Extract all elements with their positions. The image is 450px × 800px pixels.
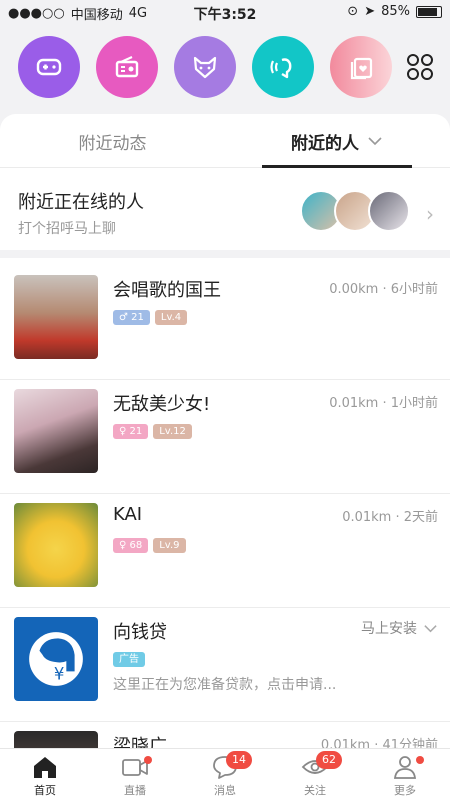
install-label: 马上安装 [361, 621, 417, 637]
radio-icon [115, 55, 139, 78]
gender-age-badge: ♂ 21 [113, 310, 150, 325]
photo-card-button[interactable] [330, 36, 392, 98]
nav-messages[interactable]: 14 消息 [180, 749, 270, 800]
distance-time: 0.01km · 1小时前 [329, 396, 438, 411]
people-list: 会唱歌的国王 0.00km · 6小时前 ♂ 21 Lv.4 无敌美少女! 0.… [0, 266, 450, 754]
person-name: 会唱歌的国王 [113, 280, 221, 301]
grid-icon [407, 54, 433, 80]
photo-card-icon [350, 57, 373, 80]
avatar [14, 389, 98, 473]
tab-nearby-feed[interactable]: 附近动态 [0, 114, 225, 168]
app-logo: ¥ [14, 617, 98, 701]
game-icon [36, 58, 62, 76]
person-name: KAI [113, 504, 143, 525]
more-apps-button[interactable] [398, 36, 442, 98]
tab-nearby-people-label: 附近的人 [291, 133, 359, 154]
tab-nearby-people[interactable]: 附近的人 [262, 114, 412, 168]
ad-badge: 广告 [113, 652, 145, 667]
online-title: 附近正在线的人 [18, 192, 144, 213]
chevron-down-icon [424, 624, 437, 632]
main-panel: 附近动态 附近的人 附近正在线的人 打个招呼马上聊 › 会唱歌的国王 0.00k… [0, 114, 450, 754]
notification-dot [144, 756, 152, 764]
nav-home[interactable]: 首页 [0, 749, 90, 800]
battery-percent: 85% [381, 4, 410, 19]
fox-icon [193, 56, 217, 79]
online-subtitle: 打个招呼马上聊 [18, 221, 116, 237]
gender-age-badge: ♀ 21 [113, 424, 149, 439]
install-button[interactable]: 马上安装 [361, 618, 438, 638]
fox-button[interactable] [174, 36, 236, 98]
ad-title: 向钱贷 [113, 622, 167, 643]
status-bar: ●●●○○ 中国移动 4G 下午3:52 ⊙ ➤ 85% [0, 0, 450, 24]
radio-button[interactable] [96, 36, 158, 98]
ad-description: 这里正在为您准备贷款，点击申请... [113, 677, 337, 693]
level-badge: Lv.12 [153, 424, 192, 439]
voice-icon [270, 58, 292, 79]
gender-age-badge: ♀ 68 [113, 538, 149, 553]
profile-icon [393, 755, 417, 779]
list-item[interactable]: 无敌美少女! 0.01km · 1小时前 ♀ 21 Lv.12 [0, 380, 450, 494]
online-now-banner[interactable]: 附近正在线的人 打个招呼马上聊 › [0, 168, 450, 258]
bottom-nav: 首页 直播 14 消息 62 关注 更多 [0, 748, 450, 800]
nav-more[interactable]: 更多 [360, 749, 450, 800]
home-icon [34, 756, 56, 778]
tab-bar: 附近动态 附近的人 [0, 114, 450, 168]
person-name: 无敌美少女! [113, 394, 211, 415]
avatar [368, 190, 410, 232]
distance-time: 0.00km · 6小时前 [329, 282, 438, 297]
svg-text:¥: ¥ [54, 665, 65, 684]
nav-follow[interactable]: 62 关注 [270, 749, 360, 800]
nav-live[interactable]: 直播 [90, 749, 180, 800]
elephant-logo-icon: ¥ [29, 632, 83, 686]
unread-badge: 14 [226, 751, 252, 769]
quick-icons-row [0, 34, 450, 104]
chevron-right-icon: › [426, 202, 434, 226]
ad-list-item[interactable]: ¥ 向钱贷 马上安装 广告 这里正在为您准备贷款，点击申请... [0, 608, 450, 722]
list-item[interactable]: KAI 0.01km · 2天前 ♀ 68 Lv.9 [0, 494, 450, 608]
nav-live-label: 直播 [124, 783, 146, 797]
battery-icon [416, 5, 442, 18]
list-item[interactable]: 会唱歌的国王 0.00km · 6小时前 ♂ 21 Lv.4 [0, 266, 450, 380]
online-avatars [300, 190, 410, 232]
lock-rotation-icon: ⊙ [347, 4, 359, 19]
location-icon: ➤ [364, 4, 376, 19]
distance-time: 0.01km · 2天前 [342, 510, 438, 525]
nav-messages-label: 消息 [214, 783, 236, 797]
nav-more-label: 更多 [394, 783, 416, 797]
nav-home-label: 首页 [34, 783, 56, 797]
level-badge: Lv.9 [153, 538, 186, 553]
notification-dot [416, 756, 424, 764]
avatar [14, 503, 98, 587]
level-badge: Lv.4 [154, 310, 188, 325]
nav-follow-label: 关注 [304, 783, 326, 797]
unread-badge: 62 [316, 751, 342, 769]
voice-button[interactable] [252, 36, 314, 98]
avatar [14, 275, 98, 359]
chevron-down-icon [368, 137, 382, 146]
game-button[interactable] [18, 36, 80, 98]
